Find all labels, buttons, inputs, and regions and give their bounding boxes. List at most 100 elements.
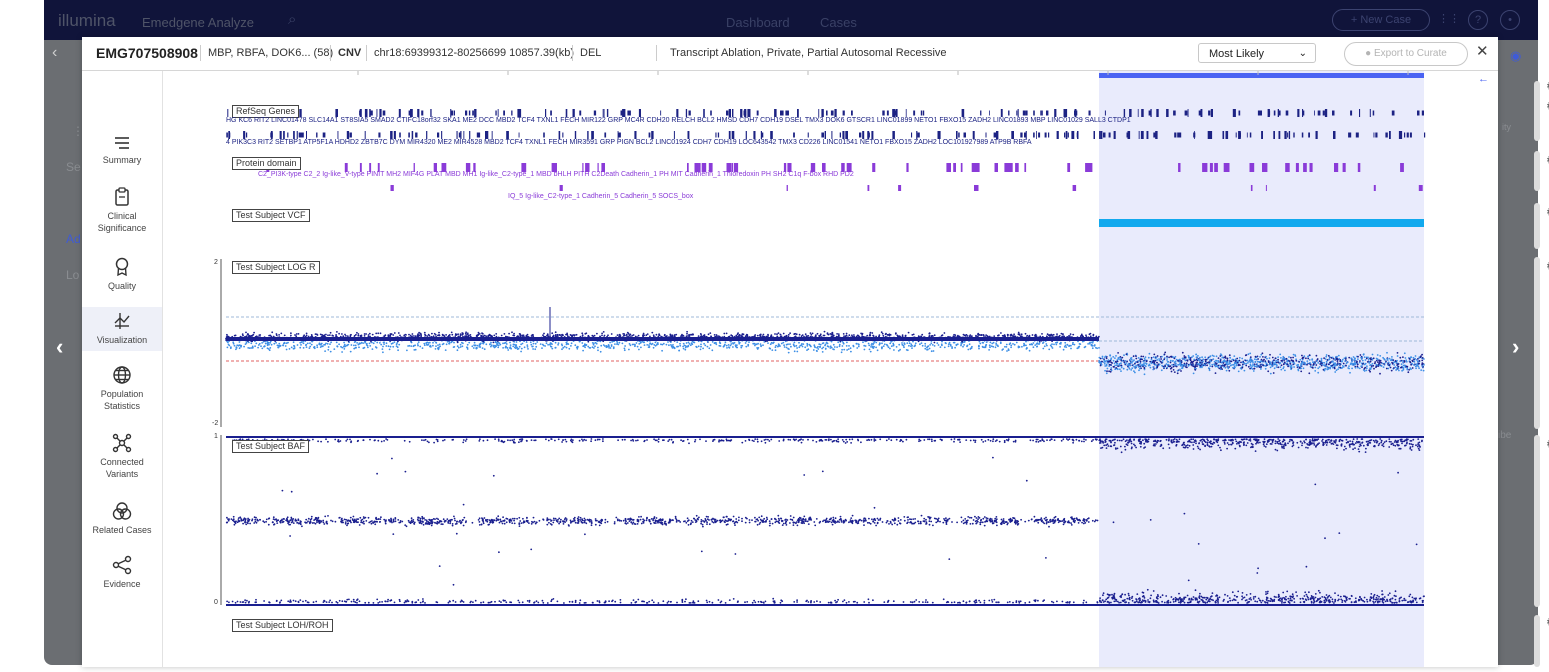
gene-exon-mark bbox=[591, 131, 594, 139]
logr-point bbox=[1199, 361, 1201, 364]
logr-point bbox=[1042, 342, 1044, 344]
logr-point bbox=[1399, 356, 1402, 359]
apps-grid-icon[interactable]: ⋮⋮ bbox=[1438, 10, 1460, 28]
gene-exon-mark bbox=[648, 132, 651, 138]
logr-point bbox=[1271, 365, 1273, 367]
export-to-curate-button[interactable]: ● Export to Curate bbox=[1344, 42, 1468, 66]
baf-point bbox=[367, 516, 370, 519]
logr-point bbox=[1397, 363, 1399, 366]
genome-tracks[interactable] bbox=[178, 71, 1436, 667]
logr-point bbox=[1193, 358, 1196, 361]
logr-point bbox=[848, 334, 851, 337]
baf-point bbox=[505, 521, 508, 524]
sidebar-item-evidence[interactable]: Evidence bbox=[82, 555, 162, 595]
logr-point bbox=[657, 343, 659, 345]
new-case-button[interactable]: + New Case bbox=[1332, 9, 1430, 31]
logr-point bbox=[1073, 343, 1076, 346]
gene-exon-mark bbox=[322, 132, 326, 138]
nav-dashboard[interactable]: Dashboard bbox=[726, 15, 790, 30]
help-icon[interactable]: ? bbox=[1468, 10, 1488, 30]
visualization-panel[interactable]: RefSeq Genes Protein domain Test Subject… bbox=[178, 71, 1549, 667]
gene-exon-mark bbox=[1293, 132, 1295, 138]
logr-point bbox=[1307, 357, 1310, 360]
logr-point bbox=[1045, 343, 1048, 345]
logr-point bbox=[780, 342, 783, 345]
baf-point bbox=[503, 522, 506, 525]
baf-point bbox=[488, 519, 491, 522]
close-icon[interactable]: ✕ bbox=[1476, 42, 1489, 60]
logr-point bbox=[377, 332, 380, 335]
logr-point bbox=[1268, 357, 1271, 359]
logr-point bbox=[679, 342, 681, 345]
logr-point bbox=[1010, 334, 1013, 337]
logr-point bbox=[1370, 358, 1372, 361]
logr-point bbox=[478, 343, 481, 346]
user-avatar[interactable]: • bbox=[1500, 10, 1520, 30]
logr-point bbox=[727, 344, 730, 346]
sidebar-item-quality[interactable]: Quality bbox=[82, 257, 162, 297]
logr-point bbox=[1118, 363, 1121, 365]
logr-point bbox=[1105, 357, 1108, 360]
logr-point bbox=[1234, 361, 1236, 364]
logr-point bbox=[1421, 359, 1424, 362]
logr-point bbox=[1144, 365, 1146, 367]
logr-point bbox=[1192, 372, 1195, 375]
logr-point bbox=[382, 351, 384, 354]
sidebar-item-connected-variants[interactable]: Connected Variants bbox=[82, 433, 162, 483]
logr-point bbox=[1356, 365, 1359, 368]
logr-point bbox=[1156, 366, 1159, 369]
logr-point bbox=[1055, 343, 1058, 346]
logr-point bbox=[340, 345, 342, 348]
logr-point bbox=[1331, 364, 1333, 367]
sidebar-item-population-statistics[interactable]: Population Statistics bbox=[82, 365, 162, 415]
logr-point bbox=[689, 344, 692, 347]
logr-point bbox=[557, 343, 559, 346]
protein-domain-mark bbox=[953, 163, 956, 172]
logr-point bbox=[1158, 363, 1161, 366]
genes-summary[interactable]: MBP, RBFA, DOK6... (58) bbox=[208, 47, 333, 59]
logr-point bbox=[939, 346, 942, 348]
logr-point bbox=[278, 342, 281, 345]
logr-point bbox=[389, 345, 392, 348]
gene-exon-mark bbox=[491, 131, 493, 139]
logr-point bbox=[635, 342, 638, 344]
logr-point bbox=[1100, 361, 1103, 364]
logr-point bbox=[432, 344, 434, 347]
baf-point bbox=[890, 522, 892, 524]
logr-point bbox=[740, 345, 743, 347]
logr-point bbox=[375, 332, 378, 335]
logr-point bbox=[1314, 366, 1317, 369]
gene-exon-mark bbox=[1071, 131, 1075, 139]
logr-point bbox=[1306, 363, 1308, 366]
likely-select[interactable]: Most Likely ⌄ bbox=[1198, 43, 1316, 63]
logr-point bbox=[344, 333, 346, 336]
logr-point bbox=[624, 345, 626, 347]
logr-point bbox=[282, 344, 285, 347]
logr-point bbox=[1378, 364, 1381, 367]
logr-point bbox=[591, 346, 594, 349]
logr-point bbox=[1177, 363, 1180, 366]
logr-point bbox=[816, 350, 818, 352]
gene-exon-mark bbox=[1314, 110, 1315, 116]
logr-point bbox=[869, 331, 872, 334]
baf-point bbox=[840, 521, 843, 523]
logr-point bbox=[787, 351, 790, 354]
logr-point bbox=[1005, 346, 1008, 348]
gene-exon-mark bbox=[465, 110, 468, 116]
logr-point bbox=[557, 342, 560, 344]
logr-point bbox=[520, 347, 523, 350]
nav-cases[interactable]: Cases bbox=[820, 15, 857, 30]
logr-point bbox=[547, 343, 549, 346]
logr-point bbox=[1292, 356, 1294, 359]
sidebar-item-visualization[interactable]: Visualization bbox=[82, 307, 162, 351]
sidebar-item-related-cases[interactable]: Related Cases bbox=[82, 501, 162, 541]
logr-point bbox=[1326, 359, 1329, 361]
logr-point bbox=[1295, 359, 1298, 362]
sidebar-item-summary[interactable]: Summary bbox=[82, 135, 162, 175]
baf-point bbox=[962, 519, 965, 522]
logr-point bbox=[1001, 334, 1004, 337]
baf-point bbox=[436, 520, 439, 523]
sidebar-item-clinical-significance[interactable]: Clinical Significance bbox=[82, 187, 162, 237]
gene-exon-mark bbox=[1404, 132, 1406, 138]
logr-point bbox=[1324, 367, 1327, 370]
